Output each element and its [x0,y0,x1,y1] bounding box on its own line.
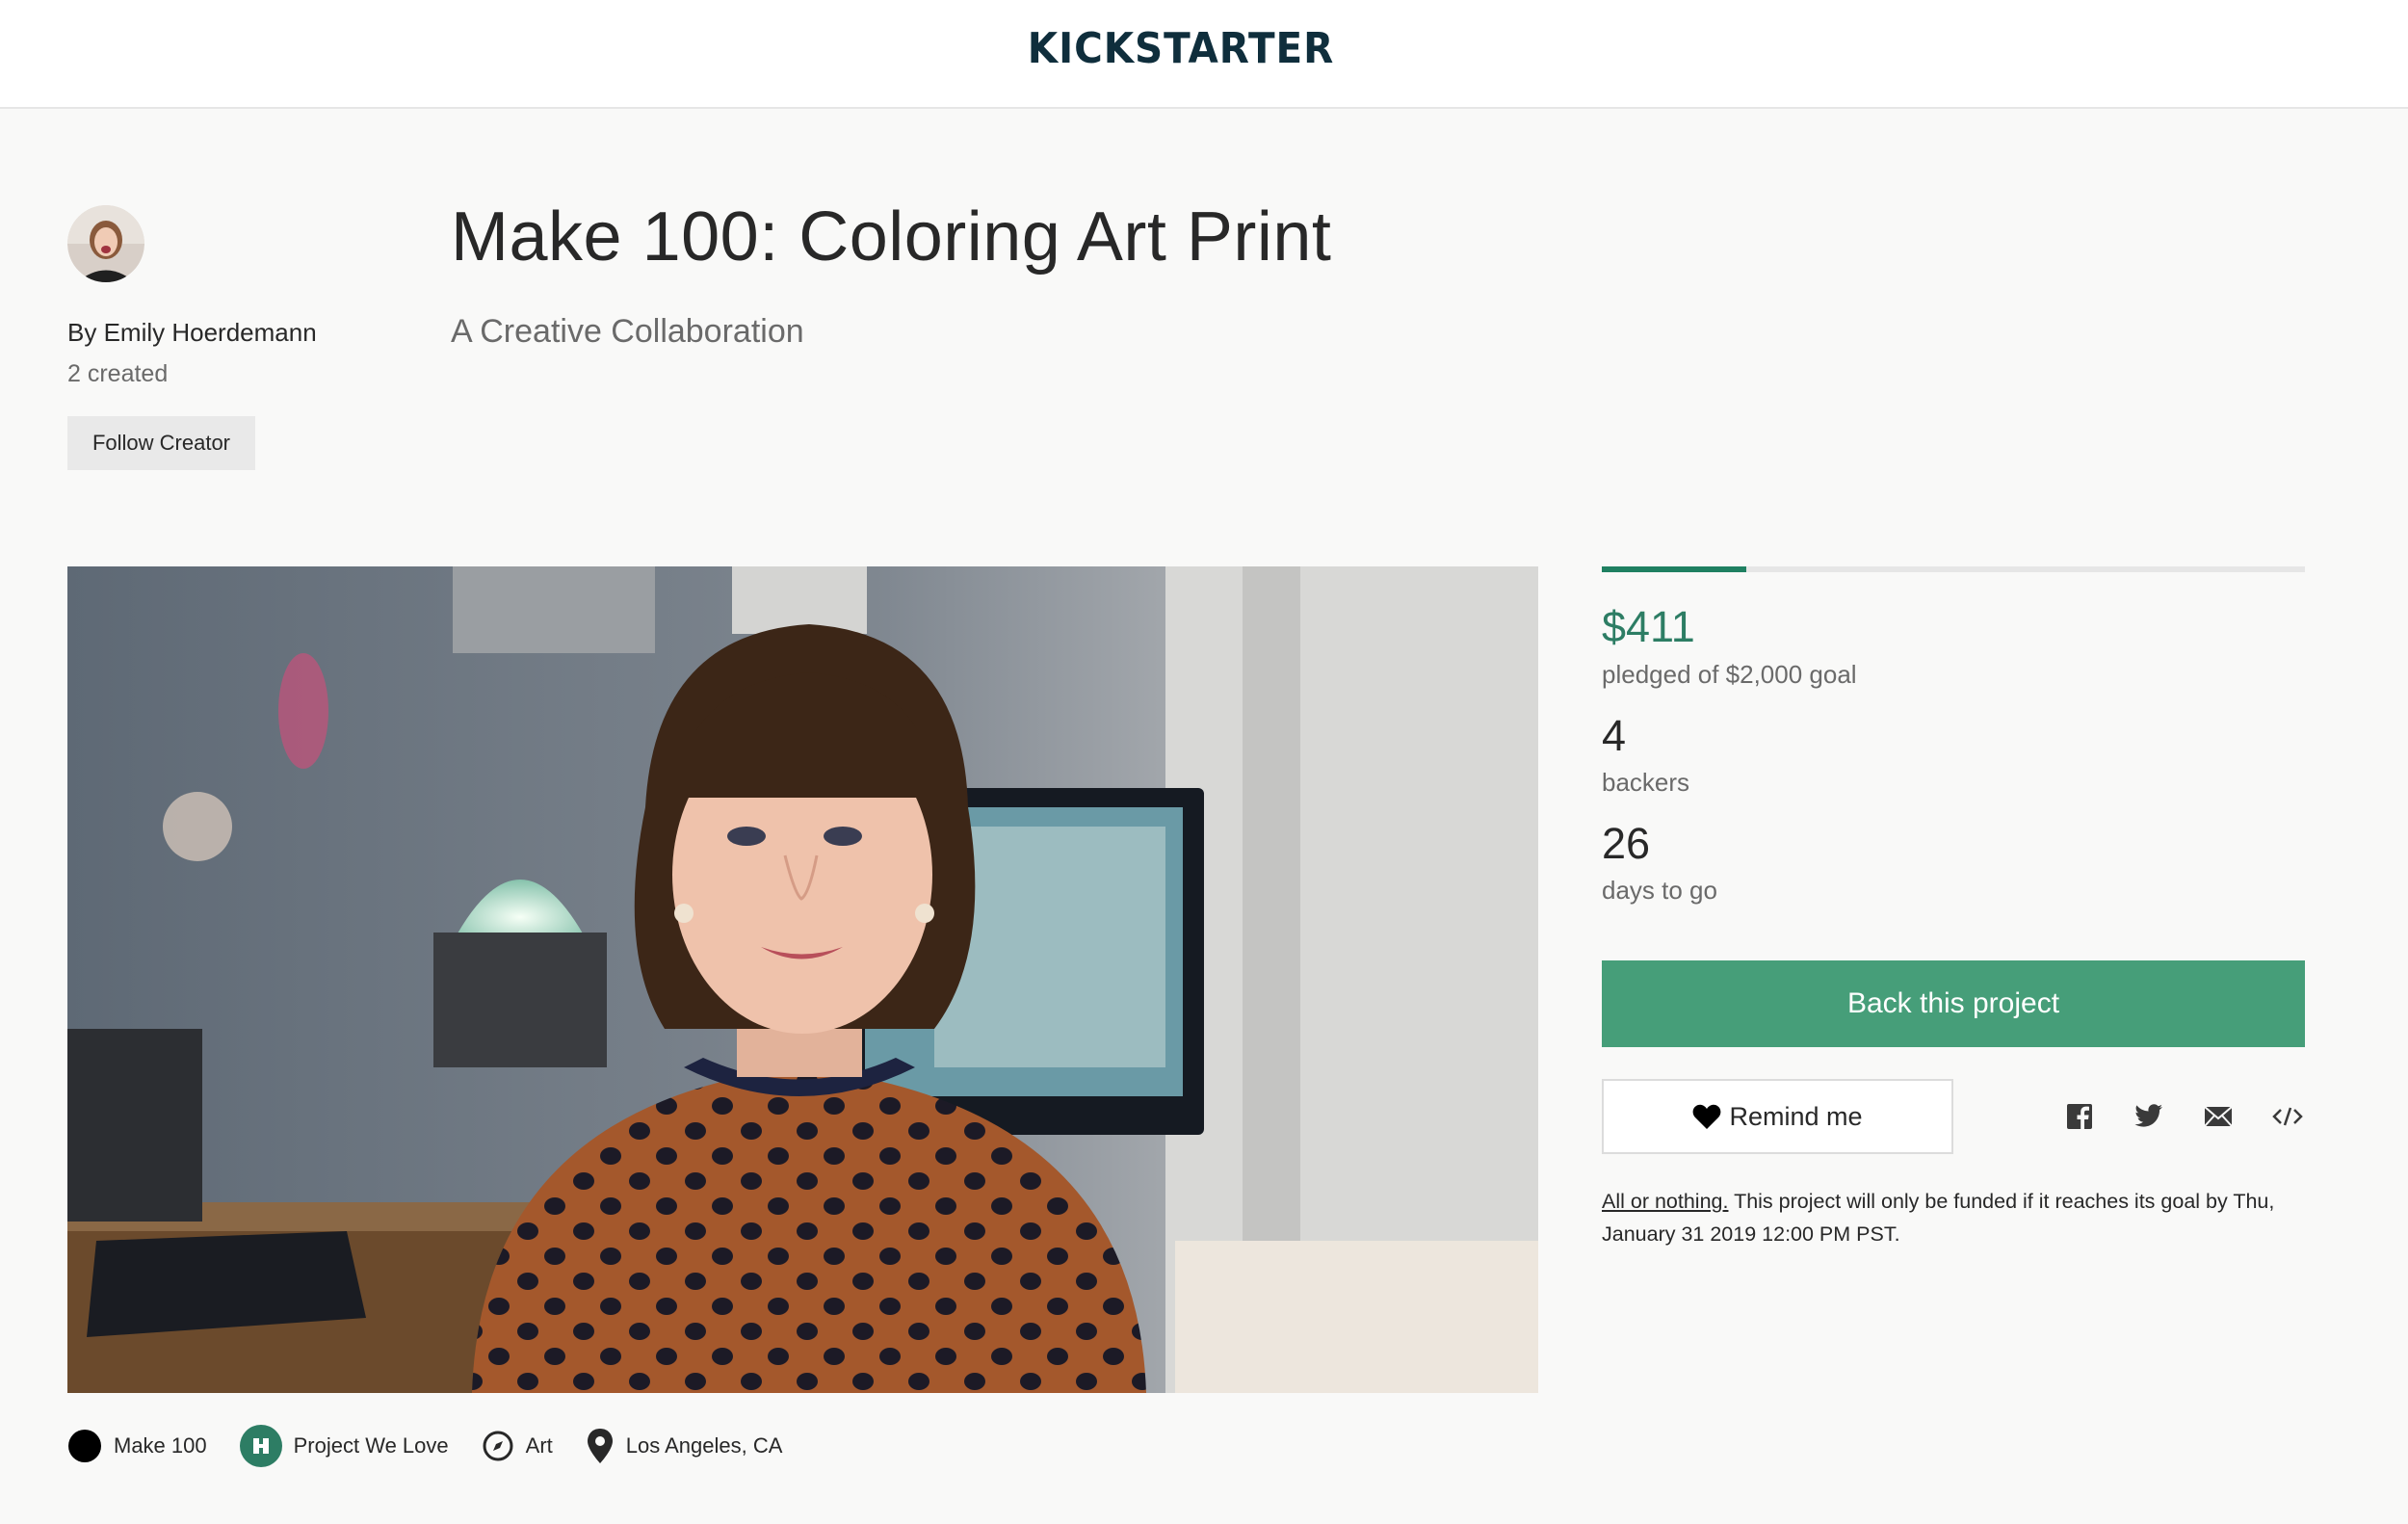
follow-creator-button[interactable]: Follow Creator [67,416,255,470]
pledged-amount: $411 [1602,602,1695,651]
share-facebook[interactable] [2063,1100,2096,1133]
heart-icon [1693,1104,1721,1129]
funding-terms: All or nothing. This project will only b… [1602,1185,2315,1250]
back-this-project-button[interactable]: Back this project [1602,960,2305,1047]
kickstarter-logo[interactable]: KICKSTARTER [1028,21,1333,75]
backers-label: backers [1602,768,1690,797]
pledged-goal-label: pledged of $2,000 goal [1602,660,1857,689]
tag-label: Art [525,1433,553,1458]
embed-icon [2272,1107,2303,1126]
remind-me-label: Remind me [1729,1101,1863,1131]
compass-icon [483,1431,513,1461]
facebook-icon [2067,1104,2092,1130]
tag-label: Los Angeles, CA [625,1433,783,1458]
twitter-icon [2134,1104,2162,1127]
tag-project-we-love[interactable]: Project We Love [239,1425,449,1467]
all-or-nothing-link[interactable]: All or nothing. [1602,1190,1728,1213]
tag-label: Make 100 [114,1433,207,1458]
make100-icon [68,1430,101,1462]
project-we-love-icon [239,1425,282,1467]
project-subtitle: A Creative Collaboration [451,313,804,350]
tag-label: Project We Love [293,1433,449,1458]
location-pin-icon [587,1429,613,1463]
creator-avatar[interactable] [67,205,144,282]
project-video[interactable] [67,566,1538,1393]
share-embed[interactable] [2271,1100,2304,1133]
remind-me-button[interactable]: Remind me [1602,1079,1953,1154]
tag-location[interactable]: Los Angeles, CA [586,1427,783,1465]
share-twitter[interactable] [2133,1100,2165,1133]
days-to-go-label: days to go [1602,876,1717,905]
creator-byline[interactable]: By Emily Hoerdemann [67,318,317,348]
project-title: Make 100: Coloring Art Print [451,198,1332,276]
tag-category-art[interactable]: Art [482,1430,553,1462]
funding-progress-bar [1602,566,2305,572]
funding-progress-fill [1602,566,1746,572]
projects-created-count[interactable]: 2 created [67,360,168,388]
top-bar: KICKSTARTER [0,0,2408,109]
days-to-go-count: 26 [1602,819,1651,868]
share-email[interactable] [2202,1100,2235,1133]
project-tags: Make 100 Project We Love Art Los Angeles… [67,1425,815,1467]
tag-make-100[interactable]: Make 100 [67,1429,207,1463]
email-icon [2204,1106,2233,1127]
backers-count: 4 [1602,711,1627,760]
